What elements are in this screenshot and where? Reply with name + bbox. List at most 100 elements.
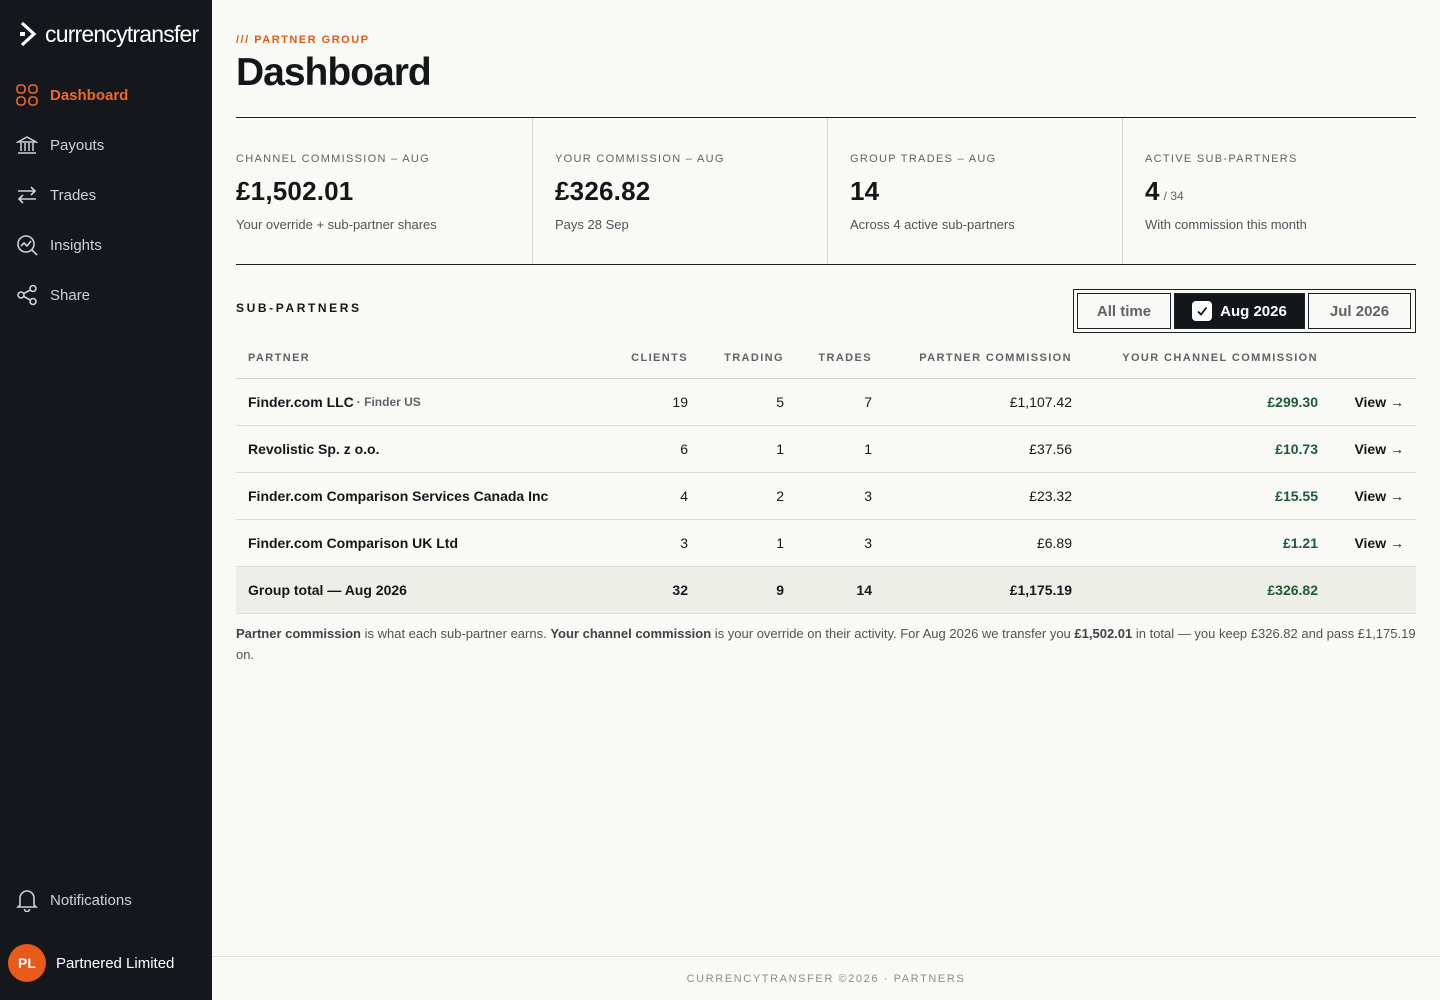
stat-label: CHANNEL COMMISSION – AUG bbox=[236, 153, 430, 165]
sidebar-item-label: Dashboard bbox=[50, 86, 129, 104]
table-row: Finder.com Comparison Services Canada In… bbox=[236, 473, 1416, 520]
brand-logo[interactable]: currencytransfer bbox=[18, 20, 199, 48]
partner-cell: Finder.com Comparison Services Canada In… bbox=[248, 473, 548, 519]
brand-name: currencytransfer bbox=[45, 20, 199, 47]
period-all-time[interactable]: All time bbox=[1077, 293, 1171, 329]
clients-cell: 19 bbox=[672, 394, 688, 410]
trades-cell: 3 bbox=[864, 535, 872, 551]
sidebar-item-label: Insights bbox=[50, 236, 102, 254]
sidebar-nav: Dashboard Payouts Trades Insights Share bbox=[0, 70, 212, 320]
col-clients: CLIENTS bbox=[631, 351, 688, 364]
note-term: Partner commission bbox=[236, 626, 361, 641]
bell-icon bbox=[16, 888, 38, 912]
period-label: Aug 2026 bbox=[1220, 302, 1287, 320]
user-name: Partnered Limited bbox=[56, 954, 175, 972]
view-link[interactable]: View → bbox=[1354, 426, 1404, 472]
page-eyebrow: /// PARTNER GROUP bbox=[236, 34, 370, 46]
notifications-label: Notifications bbox=[50, 891, 132, 909]
grid-icon bbox=[16, 84, 38, 106]
commission-note: Partner commission is what each sub-part… bbox=[236, 623, 1416, 665]
note-amount: £1,502.01 bbox=[1074, 626, 1133, 641]
sidebar-item-label: Payouts bbox=[50, 136, 105, 154]
stat-value-number: 4 bbox=[1145, 176, 1160, 206]
sidebar-item-trades[interactable]: Trades bbox=[0, 170, 212, 220]
period-jul-2026[interactable]: Jul 2026 bbox=[1308, 293, 1411, 329]
footer: CURRENCYTRANSFER ©2026 · PARTNERS bbox=[212, 956, 1440, 1000]
table-row: Revolistic Sp. z o.o. 6 1 1 £37.56 £10.7… bbox=[236, 426, 1416, 473]
sidebar-item-insights[interactable]: Insights bbox=[0, 220, 212, 270]
view-link[interactable]: View → bbox=[1354, 379, 1404, 425]
partner-cell: Finder.com Comparison UK Ltd bbox=[248, 520, 458, 566]
stat-subtext: With commission this month bbox=[1145, 217, 1307, 232]
partner-name: Finder.com LLC bbox=[248, 394, 354, 410]
logo-mark-icon bbox=[20, 21, 37, 47]
period-selector: All time Aug 2026 Jul 2026 bbox=[1073, 289, 1416, 333]
trades-cell: 1 bbox=[864, 441, 872, 457]
period-label: Jul 2026 bbox=[1329, 302, 1390, 320]
stat-value-suffix: / 34 bbox=[1163, 189, 1184, 203]
trading-cell: 1 bbox=[776, 441, 784, 457]
stat-card-group-trades: GROUP TRADES – AUG 14 Across 4 active su… bbox=[827, 118, 1122, 264]
chart-search-icon bbox=[16, 234, 38, 256]
sidebar-item-label: Trades bbox=[50, 186, 97, 204]
notifications-button[interactable]: Notifications bbox=[16, 888, 132, 912]
stat-label: GROUP TRADES – AUG bbox=[850, 153, 997, 165]
total-clients: 32 bbox=[672, 582, 688, 598]
stat-value: £326.82 bbox=[555, 176, 651, 206]
subpartners-table: PARTNER CLIENTS TRADING TRADES PARTNER C… bbox=[236, 337, 1416, 614]
channel-commission-cell: £10.73 bbox=[1275, 441, 1318, 457]
sidebar-item-dashboard[interactable]: Dashboard bbox=[0, 70, 212, 120]
stats-row: CHANNEL COMMISSION – AUG £1,502.01 Your … bbox=[236, 117, 1416, 265]
period-label: All time bbox=[1096, 302, 1152, 320]
col-partner: PARTNER bbox=[248, 351, 311, 364]
trades-cell: 7 bbox=[864, 394, 872, 410]
sidebar-item-share[interactable]: Share bbox=[0, 270, 212, 320]
note-term: Your channel commission bbox=[550, 626, 712, 641]
partner-name: Revolistic Sp. z o.o. bbox=[248, 441, 380, 457]
user-menu[interactable]: PL Partnered Limited bbox=[8, 944, 174, 982]
bank-icon bbox=[16, 134, 38, 156]
col-partner-commission: PARTNER COMMISSION bbox=[919, 351, 1072, 364]
swap-arrows-icon bbox=[16, 184, 38, 206]
stat-value: 14 bbox=[850, 176, 880, 206]
total-partner-commission: £1,175.19 bbox=[1009, 582, 1072, 598]
total-channel-commission: £326.82 bbox=[1267, 582, 1318, 598]
channel-commission-cell: £299.30 bbox=[1267, 394, 1318, 410]
partner-tag: · Finder US bbox=[356, 395, 421, 409]
stat-label: YOUR COMMISSION – AUG bbox=[555, 153, 725, 165]
stat-card-channel-commission: CHANNEL COMMISSION – AUG £1,502.01 Your … bbox=[236, 118, 532, 264]
view-link[interactable]: View → bbox=[1354, 473, 1404, 519]
clients-cell: 3 bbox=[680, 535, 688, 551]
note-text: is what each sub-partner earns. bbox=[361, 626, 551, 641]
avatar: PL bbox=[8, 944, 46, 982]
view-link[interactable]: View → bbox=[1354, 520, 1404, 566]
stat-subtext: Your override + sub-partner shares bbox=[236, 217, 437, 232]
trading-cell: 1 bbox=[776, 535, 784, 551]
partner-cell: Finder.com LLC · Finder US bbox=[248, 379, 421, 425]
col-channel-commission: YOUR CHANNEL COMMISSION bbox=[1122, 351, 1318, 364]
table-row: Finder.com LLC · Finder US 19 5 7 £1,107.… bbox=[236, 379, 1416, 426]
sidebar-item-payouts[interactable]: Payouts bbox=[0, 120, 212, 170]
section-title: SUB-PARTNERS bbox=[236, 301, 362, 315]
stat-card-your-commission: YOUR COMMISSION – AUG £326.82 Pays 28 Se… bbox=[532, 118, 827, 264]
stat-subtext: Across 4 active sub-partners bbox=[850, 217, 1015, 232]
partner-commission-cell: £1,107.42 bbox=[1009, 394, 1072, 410]
partner-commission-cell: £23.32 bbox=[1029, 488, 1072, 504]
trading-cell: 2 bbox=[776, 488, 784, 504]
clients-cell: 4 bbox=[680, 488, 688, 504]
trading-cell: 5 bbox=[776, 394, 784, 410]
note-text: is your override on their activity. For … bbox=[711, 626, 1075, 641]
sidebar: currencytransfer Dashboard Payouts Trade… bbox=[0, 0, 212, 1000]
stat-value: 4/ 34 bbox=[1145, 176, 1184, 207]
stat-label: ACTIVE SUB-PARTNERS bbox=[1145, 153, 1298, 165]
stat-value: £1,502.01 bbox=[236, 176, 354, 206]
clients-cell: 6 bbox=[680, 441, 688, 457]
partner-name: Finder.com Comparison UK Ltd bbox=[248, 535, 459, 551]
sidebar-item-label: Share bbox=[50, 286, 91, 304]
col-trades: TRADES bbox=[818, 351, 872, 364]
total-trading: 9 bbox=[776, 582, 784, 598]
page-title: Dashboard bbox=[236, 51, 432, 94]
stat-subtext: Pays 28 Sep bbox=[555, 217, 629, 232]
checkmark-icon bbox=[1192, 301, 1213, 321]
period-aug-2026[interactable]: Aug 2026 bbox=[1174, 293, 1305, 329]
